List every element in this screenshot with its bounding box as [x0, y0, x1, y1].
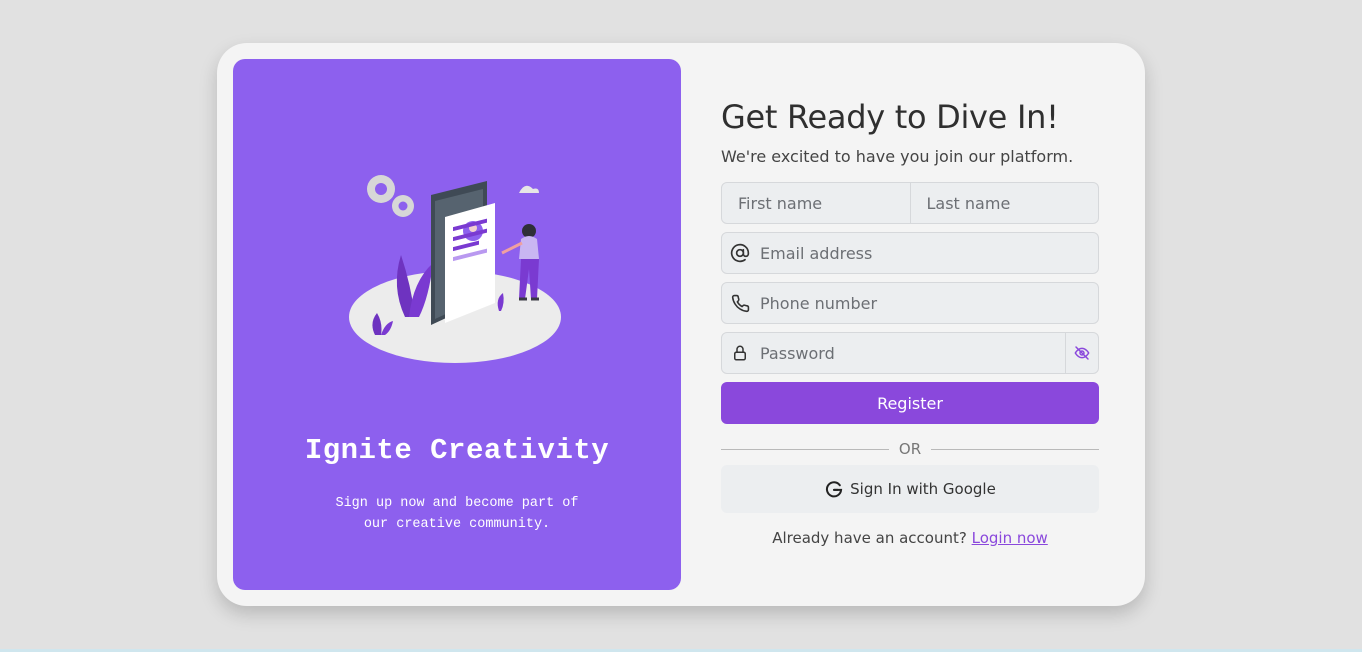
hero-title: Ignite Creativity	[304, 434, 610, 467]
or-label: OR	[898, 440, 922, 458]
form-heading: Get Ready to Dive In!	[721, 98, 1059, 136]
signup-card: Ignite Creativity Sign up now and become…	[217, 43, 1145, 606]
hero-subtitle: Sign up now and become part of our creat…	[233, 493, 681, 535]
signup-form: Get Ready to Dive In! We're excited to h…	[721, 43, 1100, 606]
lock-icon	[722, 333, 758, 373]
eye-off-icon	[1074, 346, 1090, 360]
form-subheading: We're excited to have you join our platf…	[721, 147, 1074, 166]
at-icon	[722, 233, 758, 273]
or-divider: OR	[721, 439, 1100, 459]
login-prompt-row: Already have an account? Login now	[721, 529, 1099, 547]
name-fields	[721, 182, 1099, 224]
first-name-input[interactable]	[722, 183, 910, 223]
google-signin-button[interactable]: Sign In with Google	[721, 465, 1099, 513]
password-field	[721, 332, 1099, 374]
email-input[interactable]	[758, 233, 1098, 273]
hero-subtitle-line: our creative community.	[363, 517, 551, 532]
hero-panel: Ignite Creativity Sign up now and become…	[233, 59, 681, 590]
phone-field	[721, 282, 1099, 324]
login-prompt: Already have an account?	[772, 529, 967, 547]
signup-illustration	[349, 175, 561, 363]
hero-subtitle-line: Sign up now and become part of	[335, 496, 579, 511]
toggle-password-button[interactable]	[1065, 333, 1098, 373]
last-name-input[interactable]	[910, 183, 1098, 223]
password-input[interactable]	[758, 333, 1065, 373]
register-button[interactable]: Register	[721, 382, 1099, 424]
google-icon	[826, 481, 843, 498]
divider-line	[931, 448, 1100, 450]
email-field	[721, 232, 1099, 274]
phone-icon	[722, 283, 758, 323]
google-signin-label: Sign In with Google	[850, 480, 996, 498]
login-link[interactable]: Login now	[972, 529, 1048, 547]
phone-input[interactable]	[758, 283, 1098, 323]
divider-line	[721, 448, 889, 450]
